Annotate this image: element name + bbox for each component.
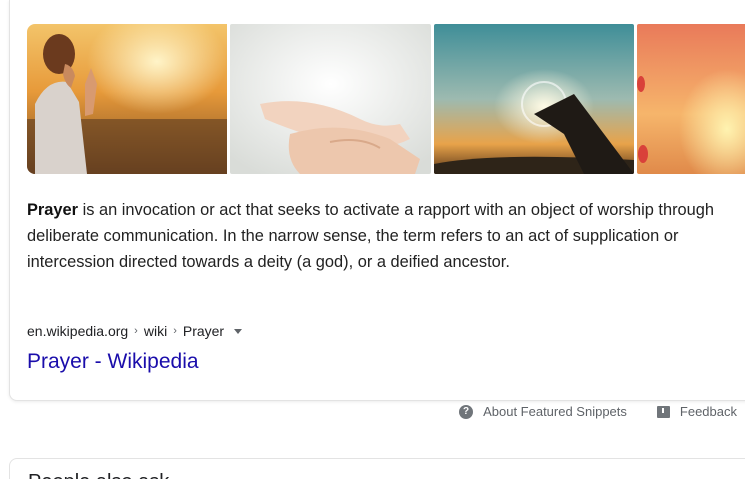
feedback-button[interactable]: Feedback (656, 404, 737, 419)
sunset-sky-image[interactable] (637, 24, 745, 174)
about-featured-snippets-label: About Featured Snippets (483, 404, 627, 419)
about-featured-snippets-button[interactable]: ? About Featured Snippets (459, 404, 627, 419)
people-also-ask-title: People also ask (28, 471, 169, 479)
snippet-description: Prayer is an invocation or act that seek… (27, 197, 727, 275)
result-title-link[interactable]: Prayer - Wikipedia (27, 348, 199, 376)
breadcrumb-part-wiki: wiki (143, 323, 168, 339)
chevron-down-icon[interactable] (234, 329, 243, 334)
breadcrumb-part-page: Prayer (182, 323, 225, 339)
search-results-page: Prayer is an invocation or act that seek… (0, 0, 745, 479)
breadcrumb-separator: › (173, 325, 177, 337)
breadcrumb-separator: › (134, 325, 138, 337)
open-hands-light-image[interactable] (230, 24, 431, 174)
praying-woman-sunset-image[interactable] (27, 24, 227, 174)
image-strip (27, 24, 745, 174)
breadcrumb-domain: en.wikipedia.org (27, 323, 129, 339)
snippet-description-text: is an invocation or act that seeks to ac… (27, 201, 714, 271)
snippet-term: Prayer (27, 201, 79, 219)
snippet-footer: ? About Featured Snippets Feedback (459, 404, 737, 419)
feedback-icon (656, 405, 670, 418)
people-also-ask-card: People also ask (9, 458, 745, 479)
hands-raised-sun-image[interactable] (434, 24, 634, 174)
breadcrumb[interactable]: en.wikipedia.org › wiki › Prayer (27, 323, 243, 339)
feedback-label: Feedback (679, 404, 737, 419)
help-icon: ? (459, 404, 474, 419)
